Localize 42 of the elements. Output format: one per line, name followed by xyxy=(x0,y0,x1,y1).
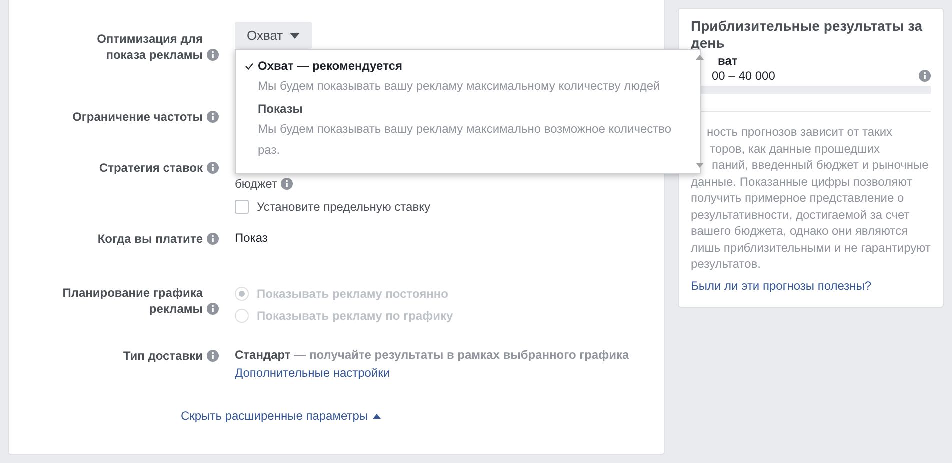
radio-label: Показывать рекламу постоянно xyxy=(257,287,448,301)
delivery-type: Стандарт xyxy=(235,348,291,362)
info-icon[interactable] xyxy=(207,233,219,245)
option-description: Мы будем показывать вашу рекламу максимально возможное количество раз. xyxy=(257,121,673,159)
scroll-down-icon[interactable] xyxy=(696,163,704,168)
field-label: Стратегия ставок xyxy=(99,160,203,176)
info-icon[interactable] xyxy=(207,162,219,174)
delivery-description: — получайте результаты в рамках выбранного графика xyxy=(294,348,630,362)
info-icon[interactable] xyxy=(207,303,219,315)
note-text: паний, введенный бюджет и рыночные xyxy=(712,157,929,174)
radio-label: Показывать рекламу по графику xyxy=(257,309,454,323)
info-icon[interactable] xyxy=(207,49,219,61)
feedback-link[interactable]: Были ли эти прогнозы полезны? xyxy=(691,278,872,292)
field-label: Планирование графика рекламы xyxy=(62,285,203,317)
field-label: Тип доставки xyxy=(123,348,203,364)
info-icon[interactable] xyxy=(281,178,294,190)
field-value: Показ xyxy=(235,231,268,245)
menu-option[interactable]: Охват — рекомендуется xyxy=(244,56,688,76)
metric-label: ват xyxy=(718,54,738,68)
checkbox-label: Установите предельную ставку xyxy=(257,200,430,214)
info-icon[interactable] xyxy=(207,350,219,362)
strategy-text: бюджет xyxy=(235,177,278,191)
menu-option[interactable]: Показы xyxy=(244,99,688,119)
note-text: торов, как данные прошедших xyxy=(710,140,880,157)
hide-options-link[interactable]: Скрыть расширенные параметры xyxy=(181,409,382,423)
scroll-up-icon[interactable] xyxy=(696,55,704,60)
note-text: данные. Показанные цифры позволяют получить примерное представление о результативности, достигаемой за счет вашего бюджета, однако они являются лишь приблизительными и не гарантируют результатов. xyxy=(691,174,931,272)
optimization-dropdown[interactable]: Охват xyxy=(235,22,312,49)
check-icon xyxy=(245,63,254,70)
info-icon[interactable] xyxy=(207,111,219,123)
range-value: 00 – 40 000 xyxy=(712,68,776,84)
checkbox[interactable] xyxy=(235,200,249,214)
info-icon[interactable] xyxy=(919,70,931,82)
note-text: ность прогнозов зависит от таких xyxy=(707,124,893,140)
caret-icon xyxy=(290,32,300,38)
estimate-title: Приблизительные результаты за день xyxy=(691,18,924,52)
option-description: Мы будем показывать вашу рекламу максимальному количеству людей xyxy=(257,78,662,95)
field-label: Когда вы платите xyxy=(98,231,203,247)
field-label: Ограничение частоты xyxy=(72,109,203,125)
field-label: Оптимизация для показа рекламы xyxy=(96,31,203,63)
caret-icon xyxy=(373,414,382,418)
settings-link[interactable]: Дополнительные настройки xyxy=(235,366,390,380)
